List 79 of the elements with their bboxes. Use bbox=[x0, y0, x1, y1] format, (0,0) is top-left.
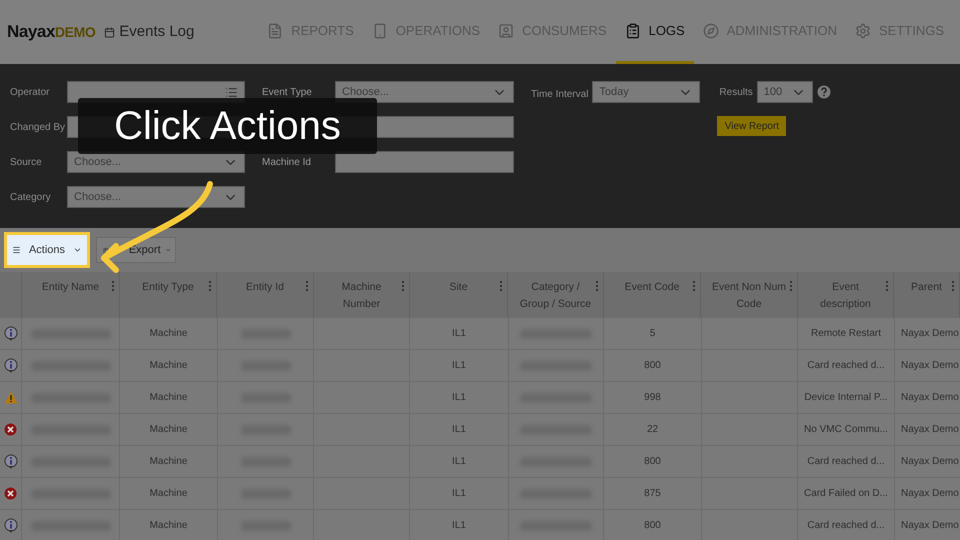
field-label: Results bbox=[719, 86, 753, 100]
table-cell-text: 875 bbox=[643, 487, 662, 501]
phone-icon bbox=[372, 22, 388, 38]
column-header[interactable]: Entity Name bbox=[42, 279, 100, 296]
table-cell-text: Card Failed on D... bbox=[803, 487, 889, 501]
error-icon bbox=[4, 423, 17, 436]
info-icon bbox=[4, 518, 18, 534]
table-cell-text: IL1 bbox=[451, 391, 467, 405]
select-field[interactable]: Choose... bbox=[335, 81, 514, 103]
clipboard-icon bbox=[624, 22, 641, 38]
table-cell-text: 998 bbox=[643, 391, 662, 405]
table-cell: Nayax Demo bbox=[894, 318, 960, 349]
column-header[interactable]: Parent bbox=[911, 279, 942, 296]
select-field[interactable]: Today bbox=[592, 81, 700, 103]
table-cell-text: 800 bbox=[643, 519, 662, 533]
column-header[interactable]: Event description bbox=[808, 279, 883, 313]
table-cell-text: Machine bbox=[148, 455, 188, 469]
table-cell-text: 22 bbox=[646, 423, 660, 437]
table-cell-text: Machine bbox=[148, 423, 188, 437]
table-cell-text: Machine bbox=[148, 519, 188, 533]
column-header[interactable]: Category / Group / Source bbox=[518, 279, 593, 313]
actions-button[interactable]: Actions bbox=[4, 232, 90, 268]
settings-icon bbox=[854, 22, 871, 38]
field-label: Event Type bbox=[262, 86, 313, 100]
column-header[interactable]: Entity Id bbox=[246, 279, 284, 296]
menu-icon bbox=[12, 244, 21, 256]
table-cell-text: 5 bbox=[648, 327, 656, 341]
table-cell-text: IL1 bbox=[451, 327, 467, 341]
table-cell-text: IL1 bbox=[451, 359, 467, 373]
table-cell: Nayax Demo bbox=[894, 446, 960, 477]
field-label: Time Interval bbox=[531, 88, 588, 102]
table-cell-text: Card reached d... bbox=[806, 359, 886, 373]
field-label: Machine Id bbox=[262, 156, 312, 170]
info-icon bbox=[4, 326, 18, 342]
table-cell-text: No VMC Commu... bbox=[803, 423, 889, 437]
table-cell-text: 800 bbox=[643, 455, 662, 469]
table-cell-text: IL1 bbox=[451, 487, 467, 501]
table-cell: Nayax Demo bbox=[894, 350, 960, 381]
input-field[interactable] bbox=[335, 151, 514, 173]
page-title: Events Log bbox=[119, 22, 194, 42]
person-card-icon bbox=[498, 22, 514, 38]
calendar-icon bbox=[104, 26, 116, 38]
document-icon bbox=[267, 22, 284, 38]
table-cell-text: Machine bbox=[148, 487, 188, 501]
select-field[interactable]: 100 bbox=[756, 81, 813, 103]
logo: NayaxDEMO bbox=[7, 21, 96, 44]
help-icon[interactable] bbox=[816, 85, 831, 99]
info-icon bbox=[4, 358, 18, 374]
table-cell-text: Machine bbox=[148, 391, 188, 405]
view-report-button[interactable]: View Report bbox=[717, 116, 786, 136]
column-header[interactable]: Event Code bbox=[624, 279, 680, 296]
table-cell-text: IL1 bbox=[451, 455, 467, 469]
compass-icon bbox=[702, 22, 719, 38]
field-label: Category bbox=[10, 190, 52, 204]
table-cell-text: IL1 bbox=[451, 423, 467, 437]
column-header[interactable]: Event Non Num Code bbox=[711, 279, 787, 313]
table-cell-text: Machine bbox=[148, 359, 188, 373]
field-label: Changed By bbox=[10, 120, 66, 134]
table-cell-text: IL1 bbox=[451, 519, 467, 533]
column-header[interactable]: Site bbox=[449, 279, 468, 296]
select-field[interactable]: Choose... bbox=[67, 186, 245, 208]
table-cell-text: Card reached d... bbox=[806, 455, 886, 469]
table-cell-text: Device Internal P... bbox=[803, 391, 889, 405]
table-cell-text: Card reached d... bbox=[806, 519, 886, 533]
warning-icon bbox=[4, 391, 18, 404]
table-cell-text: Remote Restart bbox=[810, 327, 882, 341]
table-cell: Nayax Demo bbox=[894, 382, 960, 413]
info-icon bbox=[4, 454, 18, 470]
column-header[interactable]: Machine Number bbox=[324, 279, 399, 313]
error-icon bbox=[4, 487, 17, 500]
field-label: Operator bbox=[10, 86, 50, 100]
table-cell: Nayax Demo bbox=[894, 478, 960, 509]
column-header[interactable]: Entity Type bbox=[142, 279, 194, 296]
table-cell-text: 800 bbox=[643, 359, 662, 373]
table-cell: Nayax Demo bbox=[894, 510, 960, 540]
table-cell: Nayax Demo bbox=[894, 414, 960, 445]
field-label: Source bbox=[10, 156, 43, 170]
table-cell-text: Machine bbox=[148, 327, 188, 341]
instruction-tooltip: Click Actions bbox=[78, 98, 377, 154]
